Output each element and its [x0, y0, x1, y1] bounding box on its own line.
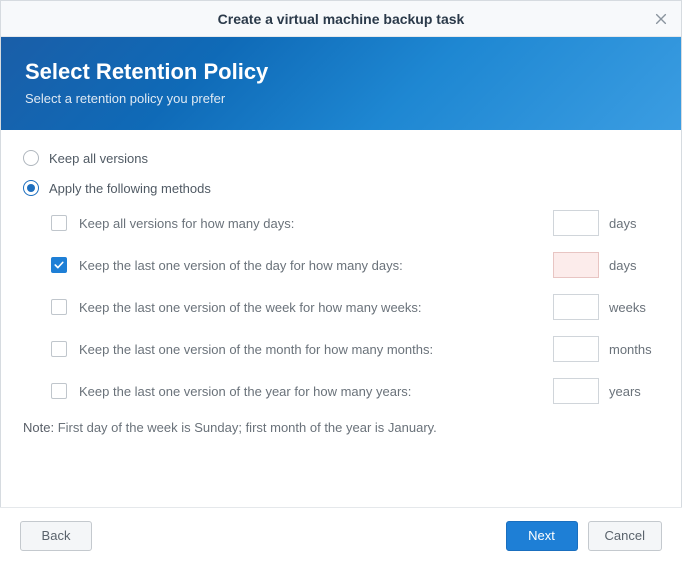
next-button[interactable]: Next — [506, 521, 578, 551]
radio-keep-all[interactable]: Keep all versions — [23, 150, 659, 166]
method-label: Keep the last one version of the day for… — [79, 258, 553, 273]
cancel-button[interactable]: Cancel — [588, 521, 662, 551]
input-days-all[interactable] — [553, 210, 599, 236]
input-month-last[interactable] — [553, 336, 599, 362]
radio-icon — [23, 180, 39, 196]
wizard-footer: Back Next Cancel — [0, 507, 682, 563]
checkbox-year-last[interactable] — [51, 383, 67, 399]
method-label: Keep the last one version of the year fo… — [79, 384, 553, 399]
methods-list: Keep all versions for how many days: day… — [51, 210, 659, 404]
unit-label: days — [609, 258, 659, 273]
input-week-last[interactable] — [553, 294, 599, 320]
wizard-banner: Select Retention Policy Select a retenti… — [1, 37, 681, 130]
unit-label: months — [609, 342, 659, 357]
input-year-last[interactable] — [553, 378, 599, 404]
unit-label: days — [609, 216, 659, 231]
method-row-days-all: Keep all versions for how many days: day… — [51, 210, 659, 236]
close-icon[interactable] — [651, 9, 671, 29]
unit-label: years — [609, 384, 659, 399]
method-label: Keep all versions for how many days: — [79, 216, 553, 231]
checkbox-week-last[interactable] — [51, 299, 67, 315]
method-row-day-last: Keep the last one version of the day for… — [51, 252, 659, 278]
radio-apply-methods[interactable]: Apply the following methods — [23, 180, 659, 196]
note-label: Note: — [23, 420, 54, 435]
banner-subheading: Select a retention policy you prefer — [25, 91, 657, 106]
radio-label: Keep all versions — [49, 151, 148, 166]
window-title: Create a virtual machine backup task — [218, 11, 465, 27]
note-body: First day of the week is Sunday; first m… — [58, 420, 437, 435]
unit-label: weeks — [609, 300, 659, 315]
content-area: Keep all versions Apply the following me… — [1, 130, 681, 445]
note-text: Note: First day of the week is Sunday; f… — [23, 420, 659, 435]
checkbox-days-all[interactable] — [51, 215, 67, 231]
method-row-year-last: Keep the last one version of the year fo… — [51, 378, 659, 404]
radio-icon — [23, 150, 39, 166]
radio-label: Apply the following methods — [49, 181, 211, 196]
method-row-month-last: Keep the last one version of the month f… — [51, 336, 659, 362]
back-button[interactable]: Back — [20, 521, 92, 551]
method-label: Keep the last one version of the week fo… — [79, 300, 553, 315]
method-row-week-last: Keep the last one version of the week fo… — [51, 294, 659, 320]
banner-heading: Select Retention Policy — [25, 59, 657, 85]
checkbox-month-last[interactable] — [51, 341, 67, 357]
input-day-last[interactable] — [553, 252, 599, 278]
checkbox-day-last[interactable] — [51, 257, 67, 273]
titlebar: Create a virtual machine backup task — [1, 1, 681, 37]
method-label: Keep the last one version of the month f… — [79, 342, 553, 357]
